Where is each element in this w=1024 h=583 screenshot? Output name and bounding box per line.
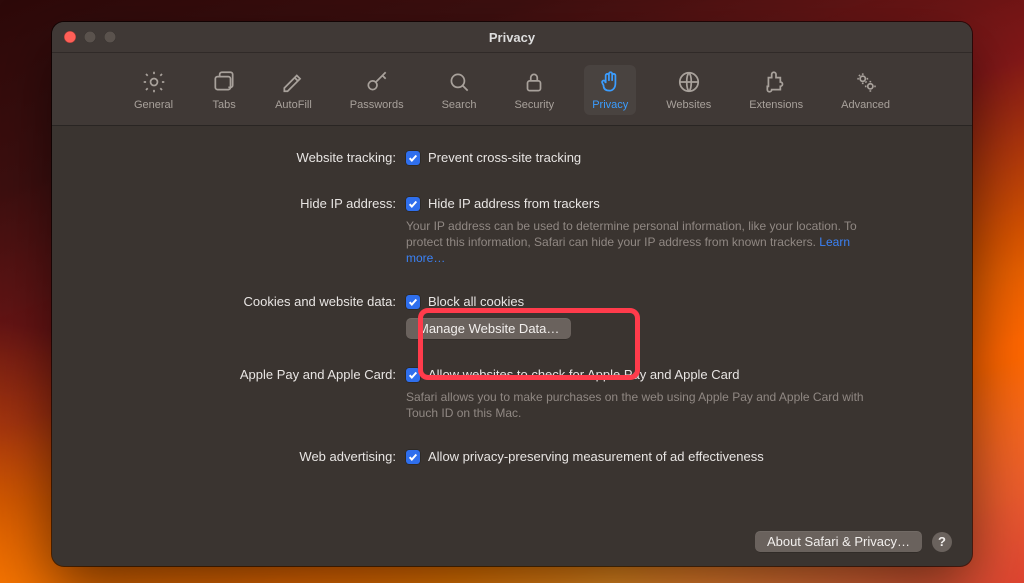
tab-general[interactable]: General bbox=[126, 65, 181, 115]
tab-security[interactable]: Security bbox=[506, 65, 562, 115]
preferences-toolbar: General Tabs AutoFill Passwords Search bbox=[52, 53, 972, 126]
checkbox-hide-ip[interactable] bbox=[406, 197, 420, 211]
label-web-advertising: Web advertising: bbox=[86, 447, 406, 467]
tab-label: AutoFill bbox=[275, 99, 312, 111]
checkbox-prevent-cross-site-tracking[interactable] bbox=[406, 151, 420, 165]
tab-label: Security bbox=[514, 99, 554, 111]
window-controls bbox=[64, 31, 116, 43]
row-website-tracking: Website tracking: Prevent cross-site tra… bbox=[86, 148, 938, 168]
search-icon bbox=[446, 69, 472, 95]
about-safari-privacy-button[interactable]: About Safari & Privacy… bbox=[755, 531, 922, 552]
footer: About Safari & Privacy… ? bbox=[755, 531, 952, 552]
tab-label: Websites bbox=[666, 99, 711, 111]
option-prevent-cross-site-tracking: Prevent cross-site tracking bbox=[428, 148, 581, 168]
tab-tabs[interactable]: Tabs bbox=[203, 65, 245, 115]
checkbox-apple-pay[interactable] bbox=[406, 368, 420, 382]
zoom-window-button[interactable] bbox=[104, 31, 116, 43]
option-apple-pay: Allow websites to check for Apple Pay an… bbox=[428, 365, 739, 385]
manage-website-data-button[interactable]: Manage Website Data… bbox=[406, 318, 571, 339]
minimize-window-button[interactable] bbox=[84, 31, 96, 43]
label-apple-pay: Apple Pay and Apple Card: bbox=[86, 365, 406, 385]
checkbox-web-advertising[interactable] bbox=[406, 450, 420, 464]
preferences-window: Privacy General Tabs AutoFill Passwords bbox=[52, 22, 972, 566]
tab-label: Privacy bbox=[592, 99, 628, 111]
option-block-all-cookies: Block all cookies bbox=[428, 292, 524, 312]
tab-autofill[interactable]: AutoFill bbox=[267, 65, 320, 115]
row-cookies: Cookies and website data: Block all cook… bbox=[86, 292, 938, 339]
tab-extensions[interactable]: Extensions bbox=[741, 65, 811, 115]
tab-label: Tabs bbox=[212, 99, 235, 111]
tab-search[interactable]: Search bbox=[434, 65, 485, 115]
desc-hide-ip: Your IP address can be used to determine… bbox=[406, 218, 866, 266]
tab-advanced[interactable]: Advanced bbox=[833, 65, 898, 115]
pencil-icon bbox=[280, 69, 306, 95]
row-web-advertising: Web advertising: Allow privacy-preservin… bbox=[86, 447, 938, 467]
puzzle-icon bbox=[763, 69, 789, 95]
label-hide-ip: Hide IP address: bbox=[86, 194, 406, 214]
help-button[interactable]: ? bbox=[932, 532, 952, 552]
option-hide-ip: Hide IP address from trackers bbox=[428, 194, 600, 214]
globe-icon bbox=[676, 69, 702, 95]
label-cookies: Cookies and website data: bbox=[86, 292, 406, 312]
key-icon bbox=[364, 69, 390, 95]
row-apple-pay: Apple Pay and Apple Card: Allow websites… bbox=[86, 365, 938, 421]
gears-icon bbox=[853, 69, 879, 95]
row-hide-ip: Hide IP address: Hide IP address from tr… bbox=[86, 194, 938, 266]
tab-privacy[interactable]: Privacy bbox=[584, 65, 636, 115]
tab-label: Search bbox=[442, 99, 477, 111]
label-website-tracking: Website tracking: bbox=[86, 148, 406, 168]
hand-icon bbox=[597, 69, 623, 95]
tab-label: Passwords bbox=[350, 99, 404, 111]
close-window-button[interactable] bbox=[64, 31, 76, 43]
titlebar: Privacy bbox=[52, 22, 972, 53]
window-title: Privacy bbox=[489, 30, 535, 45]
tab-websites[interactable]: Websites bbox=[658, 65, 719, 115]
option-web-advertising: Allow privacy-preserving measurement of … bbox=[428, 447, 764, 467]
tab-label: Advanced bbox=[841, 99, 890, 111]
tabs-icon bbox=[211, 69, 237, 95]
lock-icon bbox=[521, 69, 547, 95]
privacy-settings-content: Website tracking: Prevent cross-site tra… bbox=[52, 126, 972, 467]
tab-passwords[interactable]: Passwords bbox=[342, 65, 412, 115]
checkbox-block-all-cookies[interactable] bbox=[406, 295, 420, 309]
desc-apple-pay: Safari allows you to make purchases on t… bbox=[406, 389, 866, 421]
gear-icon bbox=[141, 69, 167, 95]
tab-label: Extensions bbox=[749, 99, 803, 111]
tab-label: General bbox=[134, 99, 173, 111]
